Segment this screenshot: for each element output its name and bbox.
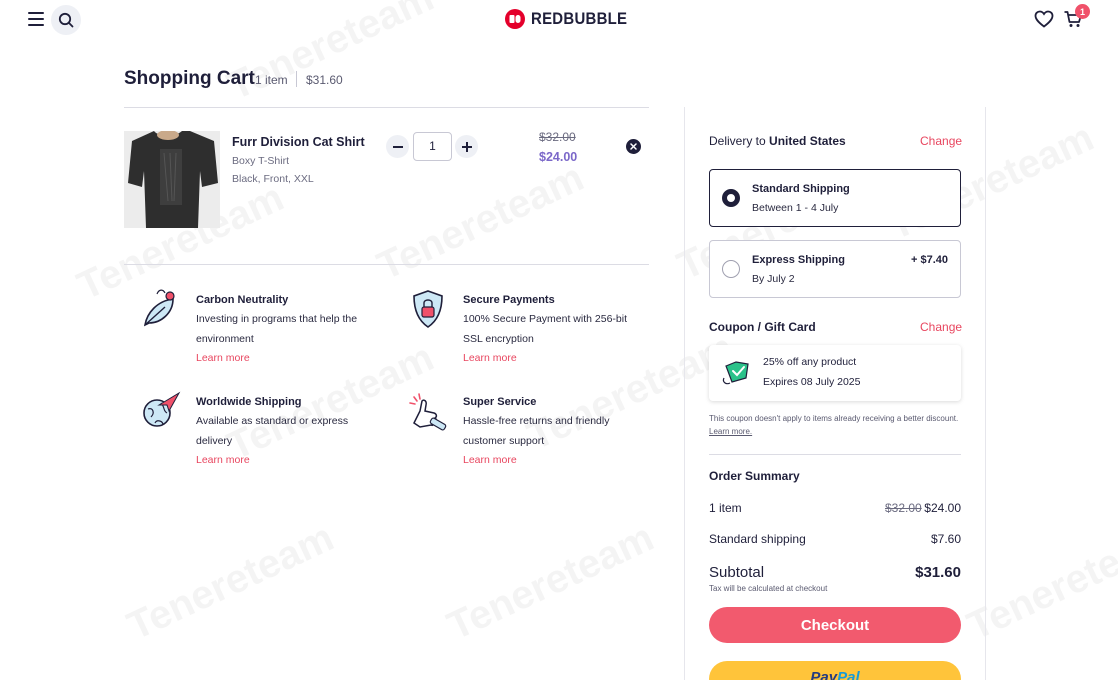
item-name[interactable]: Furr Division Cat Shirt [232,135,365,149]
radio-selected[interactable] [722,189,740,207]
feature-title: Worldwide Shipping [196,396,302,408]
learn-more-link[interactable]: Learn more [196,349,376,367]
thumbs-up-icon [406,389,450,433]
item-type: Boxy T-Shirt [232,155,289,167]
standard-shipping-option[interactable]: Standard Shipping Between 1 - 4 July [709,169,961,227]
coupon-expiry: Expires 08 July 2025 [763,376,861,388]
coupon-note: This coupon doesn't apply to items alrea… [709,412,965,438]
cart-total: $31.60 [306,73,343,87]
redbubble-logo-icon [505,9,525,29]
paypal-pay-text: Pay [810,669,838,680]
page-title: Shopping Cart [124,68,255,89]
applied-coupon-card: 25% off any product Expires 08 July 2025 [709,345,961,401]
watermark: Tenereteam [441,515,661,649]
paypal-button[interactable]: PayPal [709,661,961,680]
order-summary-title: Order Summary [709,469,800,483]
shipping-option-name: Express Shipping [752,254,845,266]
divider [985,107,986,680]
summary-items-original-price: $32.00 [885,501,922,515]
subtotal-label: Subtotal [709,564,765,581]
leaf-icon [139,287,183,331]
feature-title: Carbon Neutrality [196,294,289,306]
summary-shipping-label: Standard shipping [709,532,806,546]
item-original-price: $32.00 [539,130,576,144]
summary-items-value: $24.00 [924,501,961,515]
watermark: Tenereteam [121,515,341,649]
quantity-decrease-button[interactable] [386,135,409,158]
change-delivery-link[interactable]: Change [920,134,962,148]
subtotal-value: $31.60 [915,564,961,581]
feature-description: 100% Secure Payment with 256-bit SSL enc… [463,313,628,345]
shipping-option-price: + $7.40 [910,254,948,266]
shield-lock-icon [406,287,450,331]
feature-description: Hassle-free returns and friendly custome… [463,415,610,447]
delivery-label: Delivery to [709,134,766,148]
tax-note: Tax will be calculated at checkout [709,584,828,593]
feature-title: Secure Payments [463,294,555,306]
shipping-option-date: Between 1 - 4 July [752,202,839,214]
delivery-destination: Delivery to United States [709,134,846,148]
delivery-country: United States [769,134,846,148]
feature-description: Available as standard or express deliver… [196,415,349,447]
summary-items-label: 1 item [709,501,742,515]
divider [684,107,685,680]
checkout-button[interactable]: Checkout [709,607,961,643]
remove-item-close-icon[interactable] [626,139,641,154]
divider [124,264,649,265]
watermark: Tenereteam [371,155,591,289]
item-variant: Black, Front, XXL [232,173,314,185]
feature-description: Investing in programs that help the envi… [196,313,358,345]
coupon-note-text: This coupon doesn't apply to items alrea… [709,414,959,423]
radio-unselected[interactable] [722,260,740,278]
summary-shipping-value: $7.60 [930,532,961,546]
product-image[interactable] [124,131,220,228]
quantity-increase-button[interactable] [455,135,478,158]
cart-count-badge: 1 [1075,4,1090,19]
coupon-section-label: Coupon / Gift Card [709,320,816,334]
heart-icon[interactable] [1034,10,1054,33]
search-icon[interactable] [51,5,81,35]
quantity-input[interactable]: 1 [413,132,452,161]
divider [124,107,649,108]
shipping-option-name: Standard Shipping [752,183,850,195]
hamburger-menu-icon[interactable] [28,12,44,26]
shipping-option-date: By July 2 [752,273,795,285]
globe-plane-icon [139,389,183,433]
feature-secure-payments: Secure Payments 100% Secure Payment with… [413,290,643,367]
feature-super-service: Super Service Hassle-free returns and fr… [409,393,623,469]
coupon-learn-more-link[interactable]: Learn more. [709,427,752,436]
feature-title: Super Service [463,396,537,408]
divider [296,71,297,87]
brand-logo[interactable]: REDBUBBLE [505,9,640,29]
divider [709,454,961,455]
brand-name: REDBUBBLE [531,9,628,28]
paypal-logo: PayPal [810,669,859,680]
coupon-title: 25% off any product [763,356,857,368]
coupon-tag-icon [722,358,752,386]
learn-more-link[interactable]: Learn more [463,349,643,367]
express-shipping-option[interactable]: Express Shipping By July 2 + $7.40 [709,240,961,298]
feature-worldwide-shipping: Worldwide Shipping Available as standard… [143,391,356,469]
learn-more-link[interactable]: Learn more [196,451,356,469]
paypal-pal-text: Pal [837,669,860,680]
top-navigation-bar: REDBUBBLE 1 [0,0,1118,40]
cart-item-count: 1 item [255,73,288,87]
learn-more-link[interactable]: Learn more [463,451,623,469]
change-coupon-link[interactable]: Change [920,320,962,334]
feature-carbon-neutrality: Carbon Neutrality Investing in programs … [143,289,376,367]
item-sale-price: $24.00 [539,150,578,164]
